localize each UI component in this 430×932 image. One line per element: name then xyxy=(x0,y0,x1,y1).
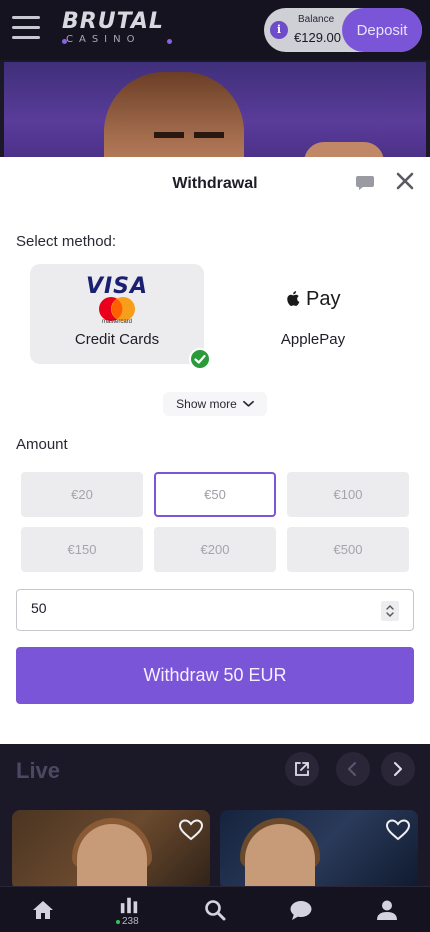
amount-stepper[interactable] xyxy=(381,601,399,621)
hamburger-menu-icon[interactable] xyxy=(12,16,42,44)
balance-value: €129.00 xyxy=(294,30,341,45)
chevron-right-icon xyxy=(394,762,402,776)
method-applepay[interactable]: Pay ApplePay xyxy=(226,264,400,364)
chevron-down-icon xyxy=(242,400,254,407)
live-game-card[interactable] xyxy=(12,810,210,890)
stepper-arrows-icon xyxy=(386,605,394,617)
nav-home[interactable] xyxy=(0,887,86,932)
search-icon xyxy=(205,900,226,921)
amount-option-500[interactable]: €500 xyxy=(287,527,409,572)
method-name-credit-cards: Credit Cards xyxy=(74,331,160,348)
brutal-casino-logo[interactable]: BRUTAL CASINO xyxy=(62,10,174,50)
applepay-brand-text: Pay xyxy=(306,288,341,310)
show-more-label: Show more xyxy=(176,397,237,411)
home-icon xyxy=(33,901,53,919)
apple-icon xyxy=(287,291,300,306)
selected-check-icon xyxy=(189,348,211,370)
live-section-title: Live xyxy=(16,758,61,783)
carousel-next-button[interactable] xyxy=(381,752,415,786)
open-external-button[interactable] xyxy=(285,752,319,786)
balance-label: Balance xyxy=(298,14,335,25)
favorite-heart-icon[interactable] xyxy=(385,818,411,842)
applepay-logo: Pay xyxy=(226,288,400,311)
external-link-icon xyxy=(295,762,309,776)
deposit-button[interactable]: Deposit xyxy=(342,8,422,52)
live-section: Live xyxy=(0,744,430,890)
logo-sub-text: CASINO xyxy=(66,34,141,45)
close-icon[interactable] xyxy=(394,170,416,192)
favorite-heart-icon[interactable] xyxy=(178,818,204,842)
logo-dot-left xyxy=(62,39,67,44)
top-bar: BRUTAL CASINO i Balance €129.00 Deposit xyxy=(0,0,430,60)
amount-input-field[interactable] xyxy=(16,589,414,631)
chat-bubble-icon xyxy=(290,901,312,920)
dealer-image xyxy=(245,824,315,890)
online-status-dot xyxy=(116,920,120,924)
hero-banner[interactable] xyxy=(4,62,426,162)
chevron-left-icon xyxy=(348,762,356,776)
amount-option-20[interactable]: €20 xyxy=(21,472,143,517)
logo-dot-right xyxy=(167,39,172,44)
hero-eye-left xyxy=(154,132,184,138)
nav-search[interactable] xyxy=(172,887,258,932)
select-method-label: Select method: xyxy=(16,233,117,250)
hero-character-image xyxy=(104,72,244,162)
method-credit-cards[interactable]: VISA mastercard Credit Cards xyxy=(30,264,204,364)
logo-main-text: BRUTAL xyxy=(62,9,164,34)
method-name-applepay: ApplePay xyxy=(280,331,346,348)
amount-option-50[interactable]: €50 xyxy=(154,472,276,517)
balance-widget[interactable]: i Balance €129.00 Deposit xyxy=(264,8,422,52)
withdrawal-modal: Withdrawal Select method: VISA mastercar… xyxy=(0,157,430,744)
online-count: 238 xyxy=(122,916,139,927)
bottom-nav: 238 xyxy=(0,886,430,932)
user-icon xyxy=(377,900,397,920)
hero-eye-right xyxy=(194,132,224,138)
show-more-button[interactable]: Show more xyxy=(163,392,267,416)
amount-option-100[interactable]: €100 xyxy=(287,472,409,517)
info-icon[interactable]: i xyxy=(270,21,288,39)
nav-chat[interactable] xyxy=(258,887,344,932)
dealer-image xyxy=(77,824,147,890)
carousel-prev-button[interactable] xyxy=(336,752,370,786)
amount-input[interactable] xyxy=(31,600,331,616)
nav-profile[interactable] xyxy=(344,887,430,932)
live-game-card[interactable] xyxy=(220,810,418,890)
amount-option-200[interactable]: €200 xyxy=(154,527,276,572)
bar-chart-icon xyxy=(120,897,138,914)
chat-icon[interactable] xyxy=(355,174,375,192)
amount-option-150[interactable]: €150 xyxy=(21,527,143,572)
amount-label: Amount xyxy=(16,436,68,453)
withdraw-button[interactable]: Withdraw 50 EUR xyxy=(16,647,414,704)
mastercard-label: mastercard xyxy=(101,319,132,325)
